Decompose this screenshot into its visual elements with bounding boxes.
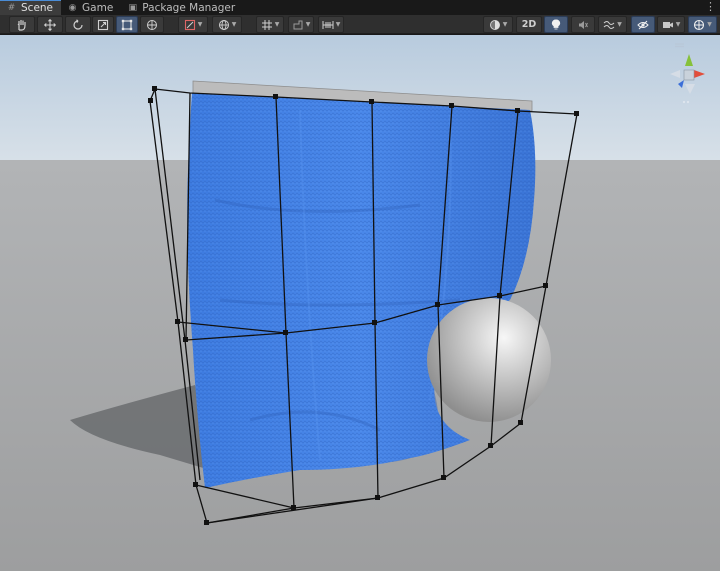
tab-scene-label: Scene xyxy=(21,2,54,14)
snap-icon xyxy=(293,20,303,29)
z-axis-cone xyxy=(678,80,684,88)
hidden-eye-icon xyxy=(637,20,649,29)
scale-icon xyxy=(97,19,109,30)
transform-icon xyxy=(147,19,157,30)
chevron-down-icon: ▼ xyxy=(197,21,203,28)
camera-icon xyxy=(662,21,673,28)
hand-tool-button[interactable] xyxy=(9,16,35,33)
chevron-down-icon: ▼ xyxy=(707,21,712,28)
rect-tool-icon xyxy=(121,19,133,30)
grid-snapping-dropdown[interactable]: ▼ xyxy=(256,16,284,33)
tab-strip: # Scene ◉ Game ▣ Package Manager ⋮ xyxy=(0,0,720,15)
move-icon xyxy=(44,18,56,31)
gizmo-globe-icon xyxy=(694,19,705,30)
toggle-2d-label: 2D xyxy=(521,19,537,30)
chevron-down-icon: ▼ xyxy=(231,21,237,28)
orientation-gizmo[interactable] xyxy=(650,40,710,112)
global-local-dropdown[interactable]: ▼ xyxy=(212,16,242,33)
gizmos-dropdown[interactable]: ▼ xyxy=(688,16,717,33)
lighting-toggle-button[interactable] xyxy=(544,16,568,33)
effects-icon xyxy=(603,20,615,29)
rotate-tool-button[interactable] xyxy=(65,16,91,33)
scene-viewport[interactable] xyxy=(0,35,720,571)
tab-game-label: Game xyxy=(82,1,114,14)
gamepad-icon: ◉ xyxy=(68,2,77,13)
hash-icon: # xyxy=(7,3,16,13)
chevron-down-icon: ▼ xyxy=(274,21,280,28)
lightbulb-icon xyxy=(551,19,561,29)
scene-render xyxy=(0,35,720,571)
move-tool-button[interactable] xyxy=(37,16,63,33)
tab-package-manager-label: Package Manager xyxy=(142,1,236,14)
speaker-icon xyxy=(579,20,588,29)
rect-tool-button[interactable] xyxy=(116,16,138,33)
chevron-down-icon: ▼ xyxy=(305,21,311,28)
chevron-down-icon: ▼ xyxy=(617,21,622,28)
scene-visibility-button[interactable] xyxy=(631,16,655,33)
more-options-icon[interactable]: ⋮ xyxy=(705,1,716,13)
scene-toolbar: ▼ ▼ ▼ ▼ ▼ ▼ 2D ▼ ▼ ▼ xyxy=(0,15,720,34)
tab-package-manager[interactable]: ▣ Package Manager xyxy=(121,0,243,15)
rotate-icon xyxy=(73,18,83,30)
effects-dropdown[interactable]: ▼ xyxy=(598,16,627,33)
gizmo-handle-dropdown[interactable]: ▼ xyxy=(178,16,208,33)
shading-mode-dropdown[interactable]: ▼ xyxy=(483,16,513,33)
tab-game[interactable]: ◉ Game xyxy=(61,0,121,15)
chevron-down-icon: ▼ xyxy=(675,21,681,28)
camera-settings-dropdown[interactable]: ▼ xyxy=(657,16,685,33)
increment-snap-dropdown[interactable]: ▼ xyxy=(288,16,314,33)
shaded-sphere-icon xyxy=(489,19,500,30)
chevron-down-icon: ▼ xyxy=(335,21,341,28)
tab-scene[interactable]: # Scene xyxy=(0,0,62,15)
hand-icon xyxy=(17,19,26,31)
audio-toggle-button[interactable] xyxy=(571,16,595,33)
pivot-icon xyxy=(184,19,195,30)
scale-tool-button[interactable] xyxy=(92,16,114,33)
grid-icon xyxy=(261,19,272,30)
transform-tool-button[interactable] xyxy=(140,16,164,33)
x-axis-cone xyxy=(694,70,705,78)
chevron-down-icon: ▼ xyxy=(502,21,508,28)
y-axis-cone xyxy=(685,54,693,66)
grid-visibility-dropdown[interactable]: ▼ xyxy=(318,16,344,33)
grid-plane-icon xyxy=(322,20,334,29)
globe-icon xyxy=(218,19,229,30)
package-icon: ▣ xyxy=(128,2,138,13)
toggle-2d-button[interactable]: 2D xyxy=(516,16,542,33)
